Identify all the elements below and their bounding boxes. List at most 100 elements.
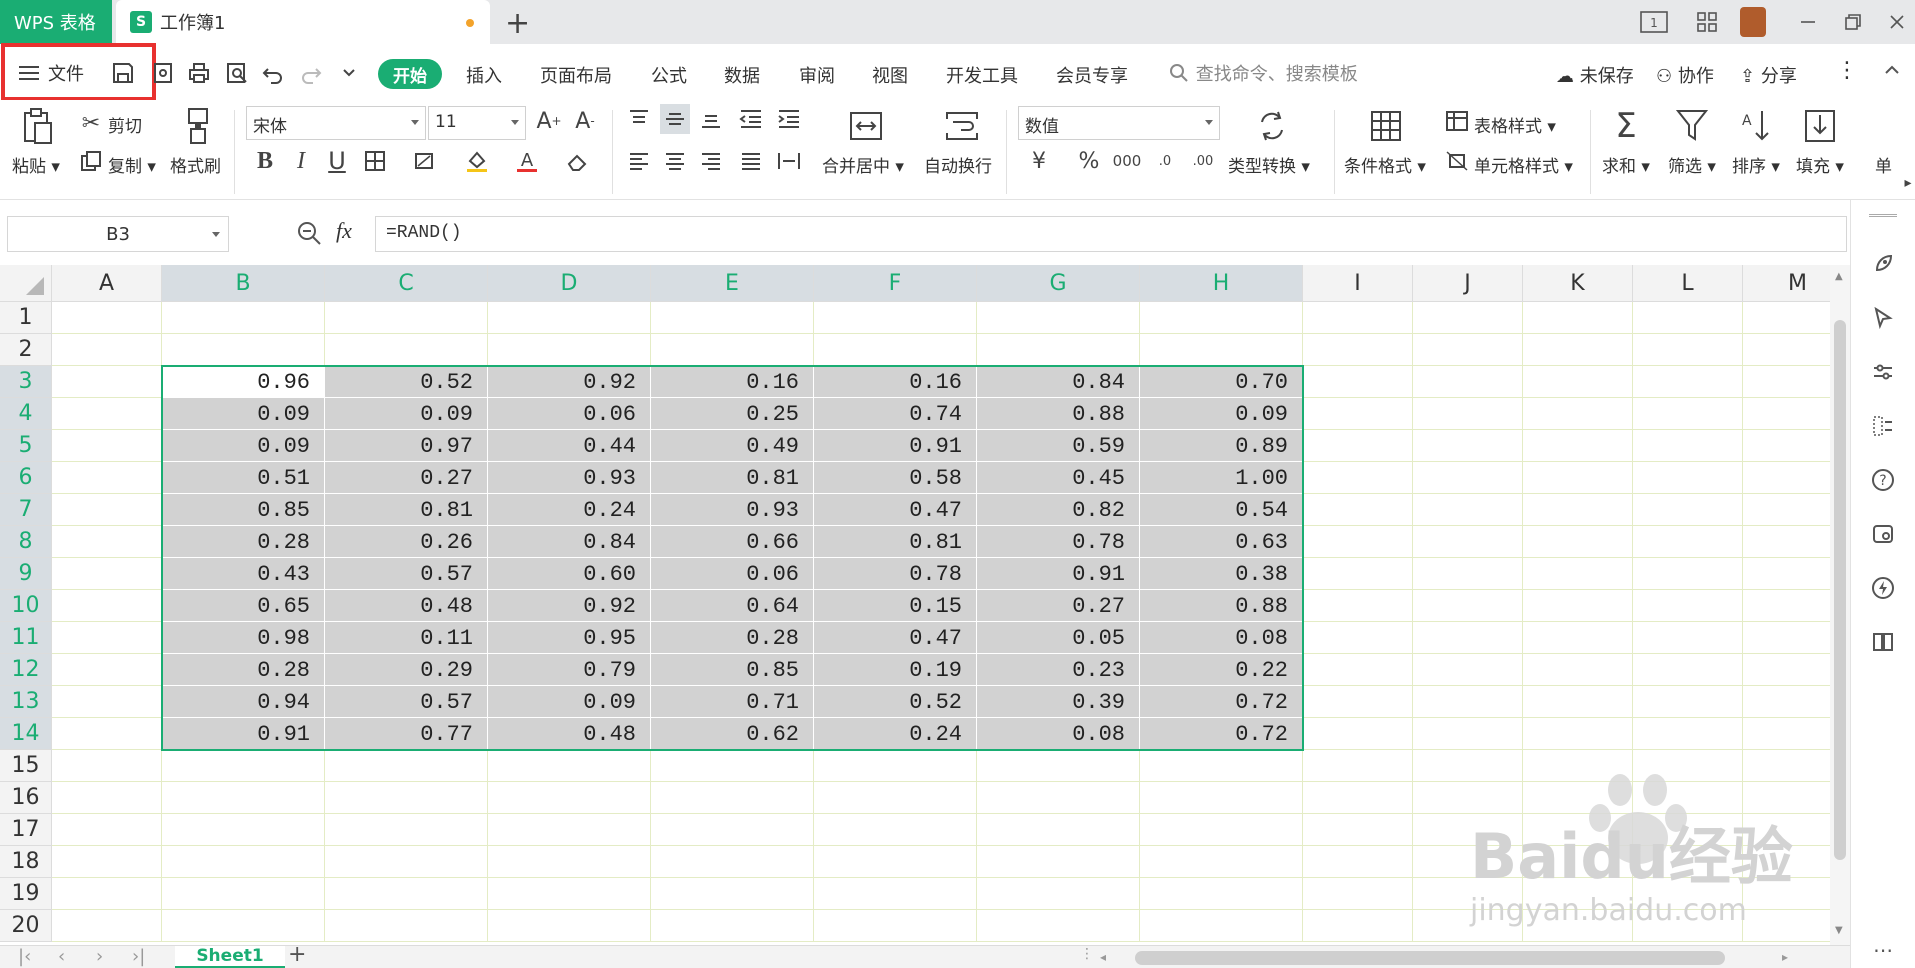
tab-insert[interactable]: 插入 [466, 62, 502, 88]
table-cell[interactable] [325, 302, 488, 334]
row-header[interactable]: 17 [0, 814, 52, 846]
table-cell[interactable] [1633, 430, 1743, 462]
insert-function-button[interactable]: fx [336, 218, 352, 244]
font-size-select[interactable]: 11 [428, 106, 526, 140]
scroll-down-icon[interactable]: ▼ [1835, 925, 1843, 936]
table-cell[interactable] [1303, 494, 1413, 526]
column-header[interactable]: L [1633, 265, 1743, 302]
percent-icon[interactable]: % [1074, 146, 1104, 176]
table-cell[interactable] [1523, 398, 1633, 430]
copy-button[interactable]: 复制 ▾ [108, 152, 156, 177]
thousands-separator-icon[interactable]: 000 [1112, 146, 1142, 176]
table-cell[interactable] [1523, 558, 1633, 590]
sum-icon[interactable]: Σ [1606, 106, 1646, 146]
table-cell[interactable]: 0.08 [977, 718, 1140, 750]
table-cell[interactable] [1633, 462, 1743, 494]
tab-more-icon[interactable]: ⋮ [1080, 946, 1094, 962]
table-cell[interactable]: 0.63 [1140, 526, 1303, 558]
table-cell[interactable] [1303, 334, 1413, 366]
table-cell[interactable]: 0.89 [1140, 430, 1303, 462]
row-header[interactable]: 16 [0, 782, 52, 814]
table-cell[interactable] [1413, 686, 1523, 718]
last-sheet-icon[interactable]: ›| [132, 946, 145, 967]
table-cell[interactable] [1140, 334, 1303, 366]
table-cell[interactable] [1633, 814, 1743, 846]
table-cell[interactable] [977, 750, 1140, 782]
table-cell[interactable] [488, 334, 651, 366]
table-cell[interactable] [325, 814, 488, 846]
image-tool-icon[interactable] [1869, 520, 1897, 548]
table-cell[interactable] [1303, 878, 1413, 910]
table-cell[interactable] [814, 782, 977, 814]
table-cell[interactable] [1303, 590, 1413, 622]
table-cell[interactable] [1413, 526, 1523, 558]
scroll-up-icon[interactable]: ▲ [1835, 271, 1843, 282]
table-cell[interactable] [52, 430, 162, 462]
table-cell[interactable] [162, 814, 325, 846]
table-cell[interactable] [1413, 814, 1523, 846]
scissors-icon[interactable]: ✂ [76, 108, 106, 138]
table-cell[interactable]: 0.85 [651, 654, 814, 686]
align-bottom-icon[interactable] [696, 104, 726, 134]
sheet-tab[interactable]: Sheet1 [175, 946, 285, 968]
border-icon[interactable] [360, 146, 390, 176]
table-cell[interactable]: 0.48 [325, 590, 488, 622]
table-cell[interactable] [1633, 494, 1743, 526]
table-cell[interactable] [52, 846, 162, 878]
wps-home-tab[interactable]: WPS 表格 [0, 0, 112, 44]
table-cell[interactable]: 0.72 [1140, 718, 1303, 750]
table-cell[interactable] [1140, 814, 1303, 846]
cell-style-button[interactable]: 单元格样式 ▾ [1474, 152, 1573, 177]
table-cell[interactable]: 0.81 [325, 494, 488, 526]
table-cell[interactable]: 0.09 [1140, 398, 1303, 430]
share-button[interactable]: ⇪ 分享 [1740, 62, 1797, 88]
table-cell[interactable]: 0.45 [977, 462, 1140, 494]
table-cell[interactable] [1413, 846, 1523, 878]
quick-access-more-icon[interactable] [336, 60, 362, 86]
decrease-indent-icon[interactable] [736, 104, 766, 134]
table-cell[interactable] [1413, 558, 1523, 590]
book-icon[interactable] [1869, 628, 1897, 656]
table-cell[interactable]: 0.65 [162, 590, 325, 622]
fill-button[interactable]: 填充 ▾ [1796, 152, 1844, 177]
table-cell[interactable] [52, 910, 162, 942]
table-cell[interactable]: 0.84 [977, 366, 1140, 398]
row-header[interactable]: 12 [0, 654, 52, 686]
filter-icon[interactable] [1672, 106, 1712, 146]
table-cell[interactable] [1140, 878, 1303, 910]
table-cell[interactable]: 0.93 [651, 494, 814, 526]
number-format-select[interactable]: 数值 [1018, 106, 1220, 140]
table-cell[interactable]: 0.24 [488, 494, 651, 526]
table-cell[interactable] [52, 686, 162, 718]
collaborate-button[interactable]: ⚇ 协作 [1656, 62, 1714, 88]
column-header[interactable]: G [977, 265, 1140, 302]
table-cell[interactable] [488, 910, 651, 942]
table-cell[interactable] [651, 846, 814, 878]
row-header[interactable]: 19 [0, 878, 52, 910]
table-cell[interactable]: 0.05 [977, 622, 1140, 654]
table-cell[interactable] [162, 334, 325, 366]
column-header[interactable]: I [1303, 265, 1413, 302]
table-cell[interactable]: 0.28 [651, 622, 814, 654]
table-cell[interactable] [1633, 622, 1743, 654]
table-cell[interactable]: 0.93 [488, 462, 651, 494]
table-cell[interactable]: 0.54 [1140, 494, 1303, 526]
underline-icon[interactable]: U [322, 146, 352, 176]
currency-icon[interactable]: ¥ [1024, 146, 1054, 176]
tab-page-layout[interactable]: 页面布局 [540, 62, 612, 88]
table-cell[interactable] [1523, 622, 1633, 654]
restore-icon[interactable] [1839, 8, 1867, 36]
table-cell[interactable] [52, 590, 162, 622]
increase-font-icon[interactable]: A + [534, 106, 564, 136]
more-horizontal-icon[interactable]: ⋯ [1869, 936, 1897, 964]
font-color-icon[interactable]: A [512, 146, 542, 176]
table-cell[interactable] [977, 302, 1140, 334]
table-cell[interactable]: 0.51 [162, 462, 325, 494]
table-cell[interactable] [1303, 622, 1413, 654]
align-left-icon[interactable] [624, 146, 654, 176]
table-cell[interactable] [1523, 750, 1633, 782]
select-all-corner[interactable] [0, 265, 52, 302]
paste-button[interactable]: 粘贴 ▾ [12, 152, 60, 177]
fill-pattern-icon[interactable] [410, 146, 440, 176]
row-header[interactable]: 20 [0, 910, 52, 942]
